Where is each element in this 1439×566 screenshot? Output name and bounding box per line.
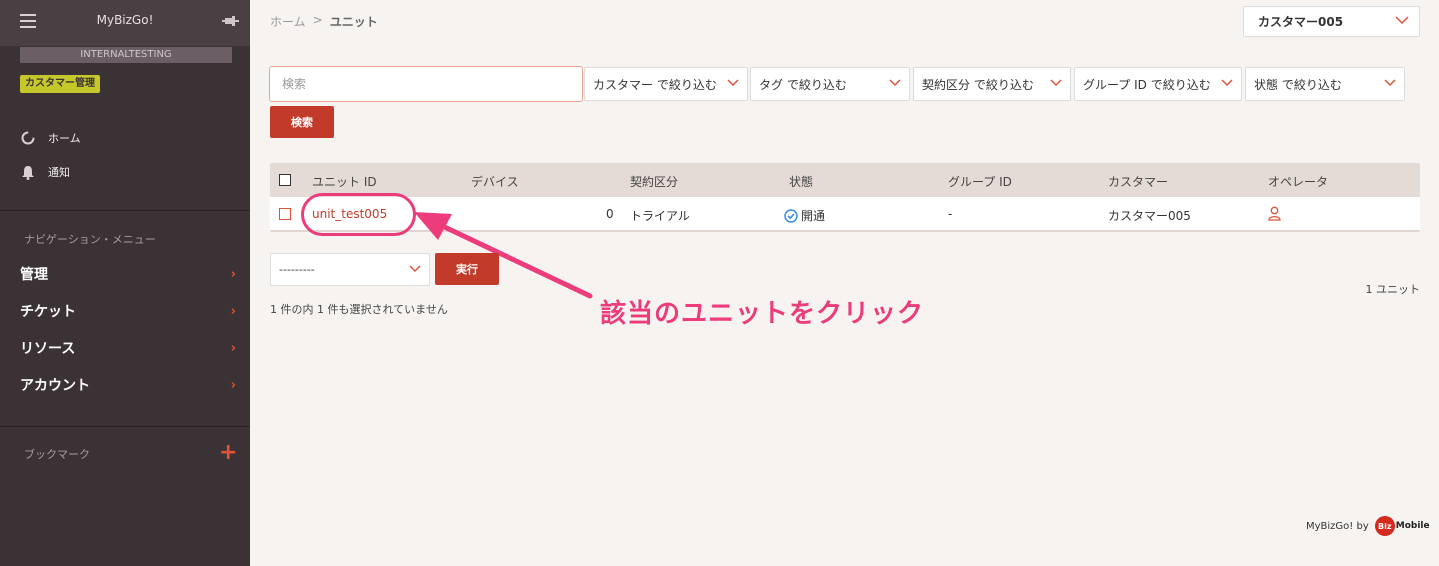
pin-icon[interactable] <box>222 13 240 29</box>
column-header-operator[interactable]: オペレータ <box>1268 173 1328 190</box>
spinner-icon <box>20 130 36 146</box>
breadcrumb: ホーム > ユニット <box>270 13 378 30</box>
selection-info: 1 件の内 1 件も選択されていません <box>270 303 448 316</box>
nav-section-label: ナビゲーション・メニュー <box>24 233 156 246</box>
sidebar-item-label: 管理 <box>20 267 48 283</box>
sidebar-item-label: リソース <box>20 341 76 357</box>
breadcrumb-home[interactable]: ホーム <box>270 13 306 30</box>
app-title: MyBizGo! <box>96 13 154 27</box>
search-button[interactable]: 検索 <box>270 106 334 138</box>
chevron-down-icon <box>727 79 739 87</box>
column-header-customer[interactable]: カスタマー <box>1108 173 1168 190</box>
operator-user-icon[interactable] <box>1268 206 1281 224</box>
chevron-down-icon <box>409 265 421 273</box>
sidebar-item-label: 通知 <box>48 166 70 179</box>
bizmobile-logo: Biz Mobile <box>1374 516 1430 536</box>
unit-count: 1 ユニット <box>1365 283 1421 296</box>
column-header-contract[interactable]: 契約区分 <box>630 173 678 190</box>
filter-label: タグ で絞り込む <box>759 77 847 92</box>
sidebar-item-notifications[interactable]: 通知 <box>20 162 70 182</box>
filter-label: 状態 で絞り込む <box>1254 77 1342 92</box>
column-header-unit-id[interactable]: ユニット ID <box>312 173 377 190</box>
sidebar-item-account[interactable]: アカウント › <box>0 373 250 397</box>
annotation-arrow-icon <box>414 212 593 299</box>
filter-tag[interactable]: タグ で絞り込む <box>750 67 910 101</box>
sidebar: MyBizGo! INTERNALTESTING カスタマー管理 ホーム 通知 … <box>0 0 250 566</box>
add-bookmark-icon[interactable]: + <box>219 442 237 464</box>
logo-text: Mobile <box>1395 521 1430 531</box>
column-header-status[interactable]: 状態 <box>789 173 813 190</box>
customer-selector[interactable]: カスタマー005 <box>1243 6 1420 37</box>
customer-selector-value: カスタマー005 <box>1258 15 1344 29</box>
row-checkbox[interactable] <box>279 208 291 220</box>
sidebar-item-resources[interactable]: リソース › <box>0 336 250 360</box>
bell-icon <box>20 164 36 180</box>
tenant-label: INTERNALTESTING <box>20 47 232 63</box>
check-circle-icon <box>784 208 798 223</box>
chevron-down-icon <box>1221 79 1233 87</box>
filter-status[interactable]: 状態 で絞り込む <box>1245 67 1405 101</box>
sidebar-item-admin[interactable]: 管理 › <box>0 262 250 286</box>
contract-type: トライアル <box>630 209 690 223</box>
filter-label: グループ ID で絞り込む <box>1083 77 1211 92</box>
annotation-text: 該当のユニットをクリック <box>600 299 925 329</box>
footer: MyBizGo! by Biz Mobile <box>1306 516 1430 536</box>
sidebar-item-label: チケット <box>20 304 76 320</box>
filter-group-id[interactable]: グループ ID で絞り込む <box>1074 67 1242 101</box>
chevron-down-icon <box>1395 16 1409 25</box>
footer-text: MyBizGo! by <box>1306 520 1369 532</box>
breadcrumb-current: ユニット <box>329 15 378 29</box>
breadcrumb-separator: > <box>312 13 323 27</box>
highlight-ring <box>301 193 416 236</box>
bookmark-section-label: ブックマーク <box>24 448 90 461</box>
status-label: 開通 <box>801 209 826 223</box>
group-id: - <box>948 207 953 221</box>
sidebar-item-label: アカウント <box>20 378 90 394</box>
sidebar-divider <box>0 210 250 211</box>
select-all-checkbox[interactable] <box>279 174 291 186</box>
chevron-right-icon: › <box>230 304 236 319</box>
table-header: ユニット ID デバイス 契約区分 状態 グループ ID カスタマー オペレータ <box>270 163 1420 197</box>
filter-customer[interactable]: カスタマー で絞り込む <box>584 67 748 101</box>
chevron-right-icon: › <box>230 267 236 282</box>
filter-label: 契約区分 で絞り込む <box>922 77 1034 92</box>
filter-contract[interactable]: 契約区分 で絞り込む <box>913 67 1071 101</box>
bulk-action-select[interactable]: --------- <box>270 253 430 286</box>
bulk-action-value: --------- <box>279 263 315 276</box>
chevron-down-icon <box>889 79 901 87</box>
sidebar-item-tickets[interactable]: チケット › <box>0 299 250 323</box>
filter-label: カスタマー で絞り込む <box>593 77 717 92</box>
customer-name: カスタマー005 <box>1108 209 1191 223</box>
run-button[interactable]: 実行 <box>435 253 499 285</box>
chevron-right-icon: › <box>230 341 236 356</box>
logo-circle: Biz <box>1374 516 1395 536</box>
status-cell: 開通 <box>784 207 825 224</box>
role-badge: カスタマー管理 <box>20 75 100 93</box>
sidebar-divider <box>0 426 250 427</box>
sidebar-item-label: ホーム <box>48 132 81 145</box>
chevron-right-icon: › <box>230 378 236 393</box>
column-header-group-id[interactable]: グループ ID <box>948 173 1012 190</box>
column-header-devices[interactable]: デバイス <box>471 173 519 190</box>
search-input[interactable] <box>269 66 583 102</box>
chevron-down-icon <box>1384 79 1396 87</box>
sidebar-header: MyBizGo! <box>0 0 250 46</box>
chevron-down-icon <box>1050 79 1062 87</box>
sidebar-item-home[interactable]: ホーム <box>20 128 81 148</box>
